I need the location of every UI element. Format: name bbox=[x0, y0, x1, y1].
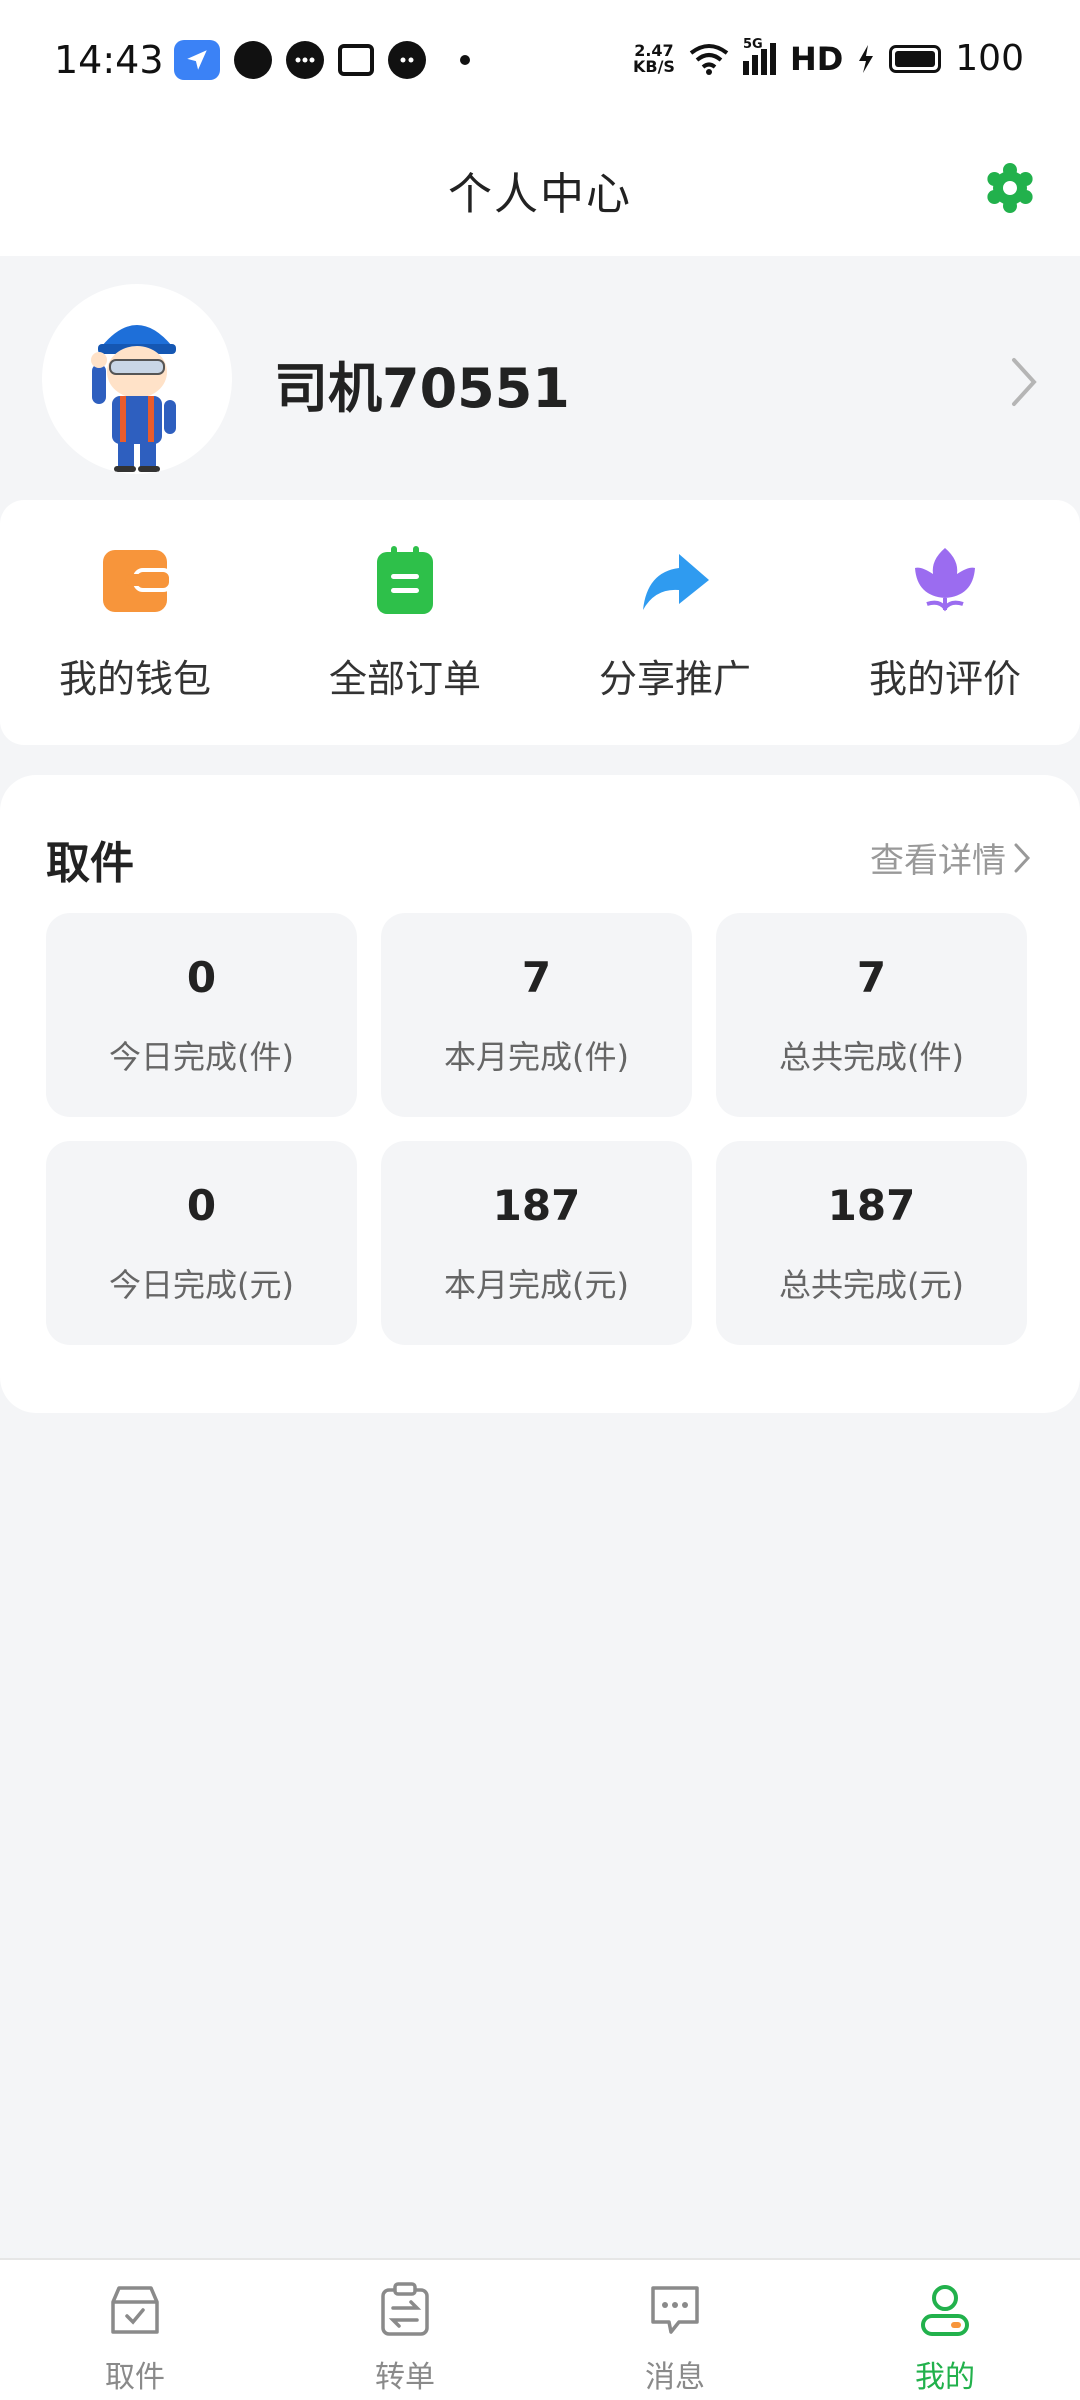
avatar[interactable] bbox=[42, 284, 232, 474]
message-app-icon bbox=[286, 41, 324, 79]
battery-level: 100 bbox=[955, 38, 1024, 79]
stat-label: 今日完成(件) bbox=[109, 1037, 294, 1076]
nav-label: 我的 bbox=[915, 2360, 975, 2395]
profile-header[interactable]: 司机70551 bbox=[0, 256, 1080, 500]
stat-label: 总共完成(元) bbox=[779, 1265, 964, 1304]
stat-label: 本月完成(元) bbox=[444, 1265, 629, 1304]
wallet-label: 我的钱包 bbox=[58, 657, 211, 701]
more-notifications-dot bbox=[460, 55, 470, 65]
status-bar: 14:43 2.47 KB/S 5G HD 100 bbox=[0, 0, 1080, 124]
profile-page: 14:43 2.47 KB/S 5G HD 100 个人中心 司机70551 我… bbox=[0, 0, 1080, 2400]
reviews-button[interactable]: 我的评价 bbox=[810, 500, 1080, 745]
transfer-icon bbox=[381, 2282, 429, 2336]
mail-app-icon bbox=[338, 44, 374, 76]
wechat-app-icon bbox=[388, 41, 426, 79]
all-orders-button[interactable]: 全部订单 bbox=[270, 500, 540, 745]
stat-month-amount: 187 本月完成(元) bbox=[381, 1141, 692, 1345]
wallet-icon bbox=[103, 550, 171, 612]
nav-label: 转单 bbox=[375, 2360, 435, 2395]
signal-icon: 5G bbox=[742, 37, 776, 75]
nav-label: 取件 bbox=[105, 2360, 165, 2395]
share-label: 分享推广 bbox=[598, 657, 751, 701]
nav-messages[interactable]: 消息 bbox=[540, 2260, 810, 2400]
stat-label: 今日完成(元) bbox=[109, 1265, 294, 1304]
bottom-nav: 取件 转单 消息 我的 bbox=[0, 2258, 1080, 2400]
share-button[interactable]: 分享推广 bbox=[540, 500, 810, 745]
stat-label: 总共完成(件) bbox=[779, 1037, 964, 1076]
reviews-label: 我的评价 bbox=[868, 657, 1021, 701]
quick-actions: 我的钱包 全部订单 分享推广 我的评价 bbox=[0, 500, 1080, 745]
stat-today-amount: 0 今日完成(元) bbox=[46, 1141, 357, 1345]
share-icon bbox=[643, 554, 709, 610]
settings-gear-icon[interactable] bbox=[984, 162, 1036, 214]
review-icon bbox=[915, 548, 975, 612]
stat-label: 本月完成(件) bbox=[444, 1037, 629, 1076]
orders-icon bbox=[377, 546, 433, 614]
nav-transfer[interactable]: 转单 bbox=[270, 2260, 540, 2400]
chevron-right-icon bbox=[1014, 843, 1031, 872]
stat-value: 7 bbox=[856, 952, 887, 1002]
chevron-right-icon[interactable] bbox=[1004, 352, 1044, 412]
message-icon bbox=[651, 2286, 699, 2334]
charging-icon bbox=[859, 44, 874, 73]
stats-title: 取件 bbox=[46, 838, 134, 889]
net-speed-unit: KB/S bbox=[632, 56, 675, 76]
stat-month-count: 7 本月完成(件) bbox=[381, 913, 692, 1117]
battery-icon bbox=[889, 44, 942, 73]
stat-total-count: 7 总共完成(件) bbox=[716, 913, 1027, 1117]
stat-value: 187 bbox=[492, 1180, 581, 1230]
network-type: 5G bbox=[742, 36, 763, 52]
status-right: 2.47 KB/S 5G HD 100 bbox=[632, 37, 1024, 80]
username: 司机70551 bbox=[274, 357, 570, 420]
stat-value: 187 bbox=[827, 1180, 916, 1230]
pickup-stats-card: 取件 查看详情 0 今日完成(件) 7 本月完成(件) 7 总共完成(件) 0 … bbox=[0, 775, 1080, 1413]
profile-icon bbox=[921, 2285, 969, 2336]
worker-avatar-icon bbox=[91, 325, 176, 472]
hd-indicator: HD bbox=[789, 39, 844, 78]
page-title: 个人中心 bbox=[448, 169, 632, 220]
net-speed: 2.47 KB/S bbox=[632, 42, 675, 76]
stat-value: 7 bbox=[521, 952, 552, 1002]
wifi-icon bbox=[689, 43, 729, 75]
nav-pickup[interactable]: 取件 bbox=[0, 2260, 270, 2400]
stat-value: 0 bbox=[186, 952, 217, 1002]
all-orders-label: 全部订单 bbox=[328, 657, 481, 701]
wallet-button[interactable]: 我的钱包 bbox=[0, 500, 270, 745]
stat-value: 0 bbox=[186, 1180, 217, 1230]
status-time: 14:43 bbox=[54, 38, 164, 82]
nav-mine[interactable]: 我的 bbox=[810, 2260, 1080, 2400]
navigation-app-icon bbox=[174, 40, 220, 80]
pickup-icon bbox=[111, 2286, 159, 2334]
notification-icons bbox=[174, 40, 470, 80]
top-bar: 个人中心 bbox=[0, 124, 1080, 256]
stat-total-amount: 187 总共完成(元) bbox=[716, 1141, 1027, 1345]
stats-grid: 0 今日完成(件) 7 本月完成(件) 7 总共完成(件) 0 今日完成(元) … bbox=[46, 913, 1028, 1345]
nav-label: 消息 bbox=[645, 2360, 705, 2395]
stat-today-count: 0 今日完成(件) bbox=[46, 913, 357, 1117]
view-details-label: 查看详情 bbox=[870, 841, 1006, 881]
view-details-link[interactable]: 查看详情 bbox=[870, 833, 1032, 882]
chat-app-icon bbox=[234, 41, 272, 79]
